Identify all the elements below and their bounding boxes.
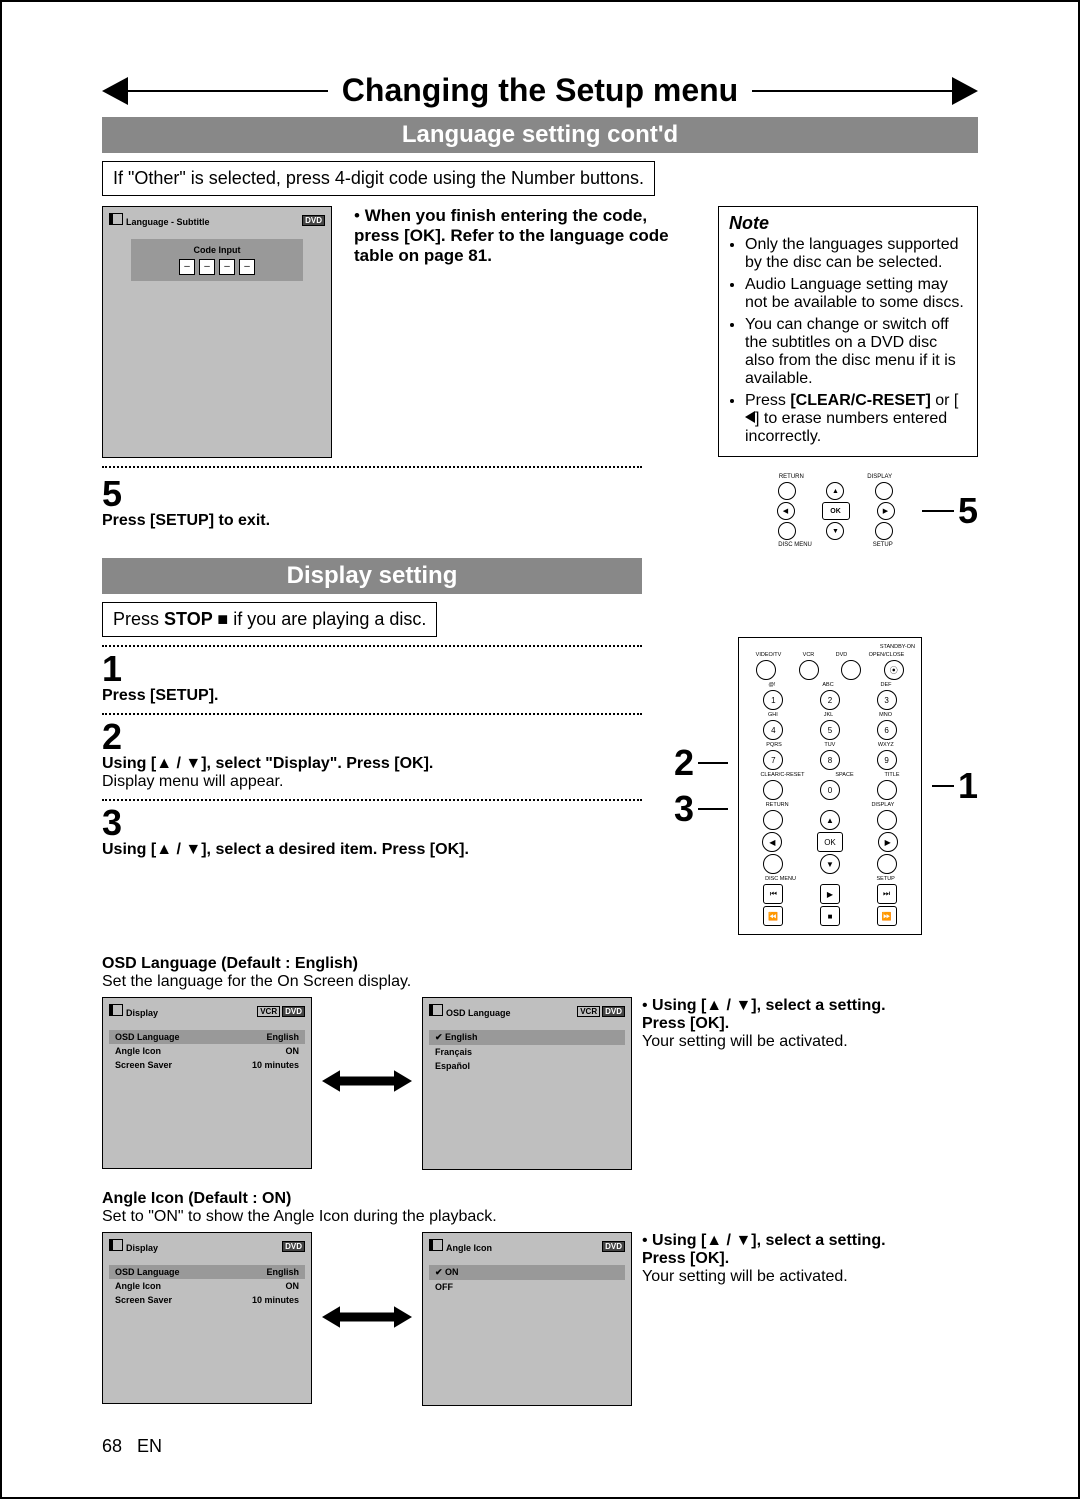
menu-icon	[109, 1004, 123, 1016]
title-rule	[128, 90, 328, 92]
step-number-5: 5	[102, 476, 753, 512]
menu-icon	[429, 1239, 443, 1251]
left-arrow-icon	[745, 411, 755, 423]
callout-3: 3	[674, 788, 694, 830]
angle-heading: Angle Icon (Default : ON)	[102, 1190, 291, 1207]
return-button[interactable]	[778, 482, 796, 500]
title-arrow-right-icon	[952, 77, 978, 105]
step-number-3: 3	[102, 805, 654, 841]
step-number-2: 2	[102, 719, 654, 755]
display-menu-screen: Display VCRDVD OSD LanguageEnglish Angle…	[102, 997, 312, 1169]
angle-icon-screen: Angle Icon DVD ON OFF	[422, 1232, 632, 1406]
code-input-block: Code Input – – – –	[131, 239, 303, 281]
double-arrow-icon	[322, 1302, 412, 1337]
callout-5: 5	[958, 490, 978, 532]
osd-heading: OSD Language (Default : English)	[102, 955, 358, 972]
section-bar-language: Language setting cont'd	[102, 117, 978, 153]
note-item: Press [CLEAR/C-RESET] or [] to erase num…	[745, 392, 967, 446]
step-number-1: 1	[102, 651, 654, 687]
title-rule	[752, 90, 952, 92]
angle-instruction: • Using [▲ / ▼], select a setting. Press…	[642, 1232, 892, 1286]
menu-icon	[429, 1004, 443, 1016]
title-arrow-left-icon	[102, 77, 128, 105]
setup-button[interactable]	[875, 522, 893, 540]
mid-instruction: • When you finish entering the code, pre…	[354, 206, 696, 266]
note-item: You can change or switch off the subtitl…	[745, 316, 967, 388]
display-button[interactable]	[875, 482, 893, 500]
left-button[interactable]: ◀	[777, 502, 795, 520]
up-button[interactable]: ▲	[826, 482, 844, 500]
page-title: Changing the Setup menu	[328, 72, 752, 109]
instruction-box: Press STOP ■ if you are playing a disc.	[102, 602, 437, 637]
display-menu-screen-2: Display DVD OSD LanguageEnglish Angle Ic…	[102, 1232, 312, 1404]
note-item: Audio Language setting may not be availa…	[745, 276, 967, 312]
double-arrow-icon	[322, 1066, 412, 1101]
instruction-box: If "Other" is selected, press 4-digit co…	[102, 161, 655, 196]
menu-screen-code-input: Language - Subtitle DVD Code Input – – –…	[102, 206, 332, 458]
remote-nav-cluster: RETURNDISPLAY ▲ ◀OK▶ ▼ DISC MENUSETUP	[763, 472, 908, 550]
menu-icon	[109, 213, 123, 225]
osd-instruction: • Using [▲ / ▼], select a setting. Press…	[642, 997, 892, 1051]
remote-full-diagram: STANDBY-ON VIDEO/TV VCR DVD OPEN/CLOSE ⦿…	[738, 637, 922, 935]
osd-language-screen: OSD Language VCRDVD English Français Esp…	[422, 997, 632, 1170]
disc-menu-button[interactable]	[778, 522, 796, 540]
callout-2: 2	[674, 742, 694, 784]
down-button[interactable]: ▼	[826, 522, 844, 540]
note-box: Note Only the languages supported by the…	[718, 206, 978, 457]
menu-icon	[109, 1239, 123, 1251]
note-item: Only the languages supported by the disc…	[745, 236, 967, 272]
right-button[interactable]: ▶	[877, 502, 895, 520]
section-bar-display: Display setting	[102, 558, 642, 594]
callout-1: 1	[958, 765, 978, 807]
page-footer: 68 EN	[102, 1436, 978, 1457]
ok-button[interactable]: OK	[822, 502, 850, 520]
